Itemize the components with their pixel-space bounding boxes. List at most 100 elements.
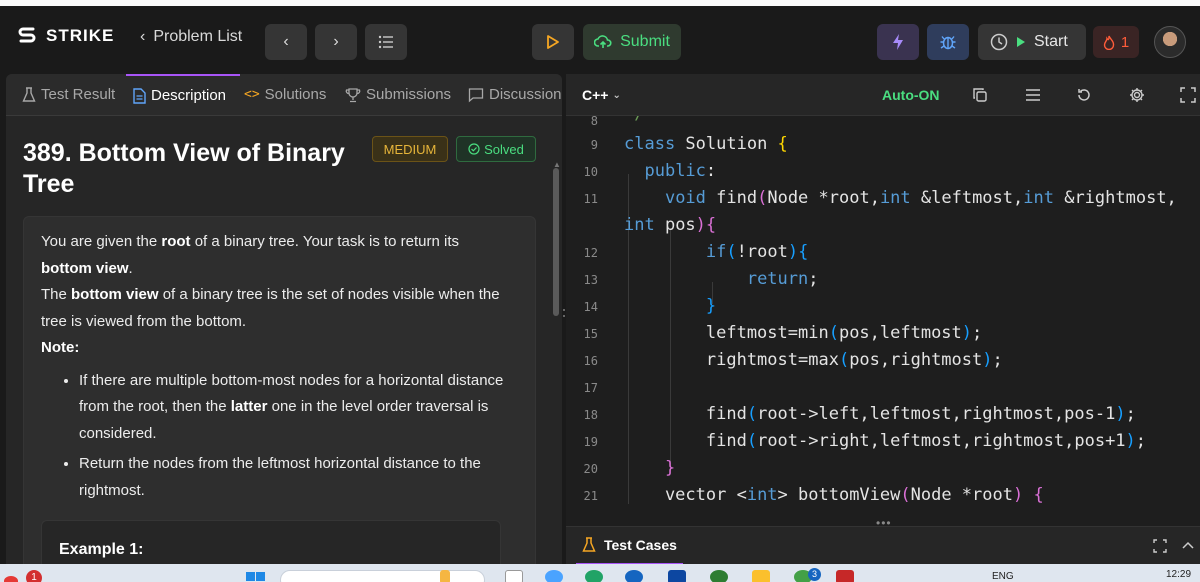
expand-icon bbox=[1180, 87, 1196, 103]
format-button[interactable] bbox=[1023, 85, 1043, 105]
editor-panel: C++ ⌄ Auto-ON 8 9 10 11 12 13 14 15 16 1… bbox=[566, 74, 1200, 564]
tab-label: Solutions bbox=[264, 86, 327, 103]
store-icon[interactable] bbox=[668, 570, 686, 582]
expand-icon bbox=[1153, 539, 1167, 553]
flame-icon bbox=[1103, 35, 1115, 50]
logo[interactable]: STRIKE bbox=[18, 26, 114, 46]
flask-icon bbox=[22, 86, 36, 102]
line-number: 13 bbox=[583, 273, 598, 287]
problem-list-label: Problem List bbox=[153, 28, 243, 45]
problem-menu-button[interactable] bbox=[365, 24, 407, 60]
line-number: 9 bbox=[590, 138, 598, 152]
edge-icon[interactable] bbox=[585, 570, 603, 582]
streak-badge[interactable]: 1 bbox=[1093, 26, 1139, 58]
strike-logo-icon bbox=[18, 27, 36, 43]
notification-badge[interactable]: 1 bbox=[26, 570, 42, 582]
note-label: Note: bbox=[41, 335, 511, 362]
clock-icon bbox=[990, 33, 1008, 51]
prev-problem-button[interactable]: ‹ bbox=[265, 24, 307, 60]
taskbar-search-input[interactable] bbox=[280, 570, 485, 582]
language-selector[interactable]: C++ ⌄ bbox=[582, 87, 621, 103]
chevron-up-icon bbox=[1182, 541, 1194, 549]
text: . bbox=[128, 259, 133, 277]
start-label: Start bbox=[1034, 33, 1068, 50]
language-indicator[interactable]: ENG bbox=[992, 571, 1014, 582]
tab-description[interactable]: Description bbox=[133, 87, 226, 104]
difficulty-badge: MEDIUM bbox=[372, 136, 448, 162]
test-cases-label: Test Cases bbox=[604, 537, 677, 553]
tab-test-cases[interactable]: Test Cases bbox=[576, 527, 683, 564]
test-panel-bar: Test Cases bbox=[566, 526, 1200, 564]
app-icon[interactable] bbox=[625, 570, 643, 582]
menu-lines-icon bbox=[1026, 89, 1040, 101]
os-taskbar: 1 3 ENG 12:29 bbox=[0, 564, 1200, 582]
app-badge: 3 bbox=[808, 568, 821, 581]
tab-submissions[interactable]: Submissions bbox=[345, 86, 451, 103]
line-number: 19 bbox=[583, 435, 598, 449]
tab-solutions[interactable]: <> Solutions bbox=[244, 86, 326, 103]
resizer-dot bbox=[563, 309, 565, 311]
solved-label: Solved bbox=[484, 141, 524, 157]
line-number: 17 bbox=[583, 381, 598, 395]
settings-button[interactable] bbox=[1127, 85, 1147, 105]
weather-app-icon[interactable] bbox=[545, 570, 563, 582]
check-circle-icon bbox=[468, 143, 480, 155]
clock-time[interactable]: 12:29 bbox=[1166, 569, 1191, 580]
chat-icon bbox=[468, 87, 484, 102]
chrome-icon[interactable] bbox=[710, 570, 728, 582]
submit-button[interactable]: Submit bbox=[583, 24, 681, 60]
copy-button[interactable] bbox=[970, 85, 990, 105]
problem-title: 389. Bottom View of Binary Tree bbox=[23, 139, 345, 198]
list-icon bbox=[378, 35, 393, 49]
fullscreen-button[interactable] bbox=[1178, 85, 1198, 105]
text: Return the nodes from the leftmost horiz… bbox=[79, 455, 481, 499]
line-number: 16 bbox=[583, 354, 598, 368]
code-line: */ bbox=[624, 116, 644, 124]
resizer-dot bbox=[563, 315, 565, 317]
weather-icon[interactable] bbox=[4, 576, 18, 582]
code-line: } bbox=[664, 458, 676, 478]
debug-button[interactable] bbox=[927, 24, 969, 60]
reset-button[interactable] bbox=[1074, 85, 1094, 105]
code-editor[interactable]: 8 9 10 11 12 13 14 15 16 17 18 19 20 21 … bbox=[566, 116, 1200, 504]
start-timer-button[interactable]: Start bbox=[978, 24, 1086, 60]
code-line: vector <int> bottomView(Node *root) { bbox=[624, 485, 1044, 504]
bug-icon bbox=[940, 36, 956, 50]
chevron-right-icon: › bbox=[333, 33, 339, 50]
tab-test-result[interactable]: Test Result bbox=[22, 86, 115, 103]
gear-icon bbox=[1130, 88, 1144, 102]
tab-discussion[interactable]: Discussion bbox=[468, 86, 562, 103]
line-number: 21 bbox=[583, 489, 598, 503]
bold-text: bottom view bbox=[71, 286, 159, 303]
scrollbar-thumb[interactable] bbox=[553, 168, 559, 316]
expand-test-panel-button[interactable] bbox=[1150, 536, 1170, 556]
tab-label: Submissions bbox=[366, 86, 452, 103]
language-label: C++ bbox=[582, 87, 609, 103]
text: You are given the bbox=[41, 233, 162, 250]
solved-badge: Solved bbox=[456, 136, 536, 162]
code-icon: <> bbox=[244, 87, 260, 102]
folder-icon[interactable] bbox=[752, 570, 770, 582]
windows-start-icon[interactable] bbox=[246, 572, 266, 582]
description-box: You are given the root of a binary tree.… bbox=[23, 216, 536, 564]
paragraph: You are given the root of a binary tree.… bbox=[41, 229, 511, 282]
list-item: Return the nodes from the leftmost horiz… bbox=[79, 451, 511, 504]
ai-assist-button[interactable] bbox=[877, 24, 919, 60]
next-problem-button[interactable]: › bbox=[315, 24, 357, 60]
auto-toggle[interactable]: Auto-ON bbox=[882, 87, 940, 103]
code-line: } bbox=[705, 296, 717, 316]
text: of a binary tree. Your task is to return… bbox=[190, 233, 460, 250]
code-line: if(!root){ bbox=[705, 242, 809, 262]
active-tab-indicator bbox=[126, 74, 240, 76]
problem-description: You are given the root of a binary tree.… bbox=[41, 229, 511, 508]
line-number: 15 bbox=[583, 327, 598, 341]
app-icon[interactable] bbox=[836, 570, 854, 582]
text: The bbox=[41, 286, 72, 303]
tab-label: Description bbox=[151, 87, 227, 104]
problem-list-link[interactable]: ‹ Problem List bbox=[140, 28, 242, 46]
problem-content: 389. Bottom View of Binary Tree MEDIUM S… bbox=[6, 116, 562, 564]
avatar[interactable] bbox=[1154, 26, 1186, 58]
run-button[interactable] bbox=[532, 24, 574, 60]
task-view-icon[interactable] bbox=[505, 570, 523, 582]
collapse-test-panel-button[interactable] bbox=[1178, 536, 1198, 556]
